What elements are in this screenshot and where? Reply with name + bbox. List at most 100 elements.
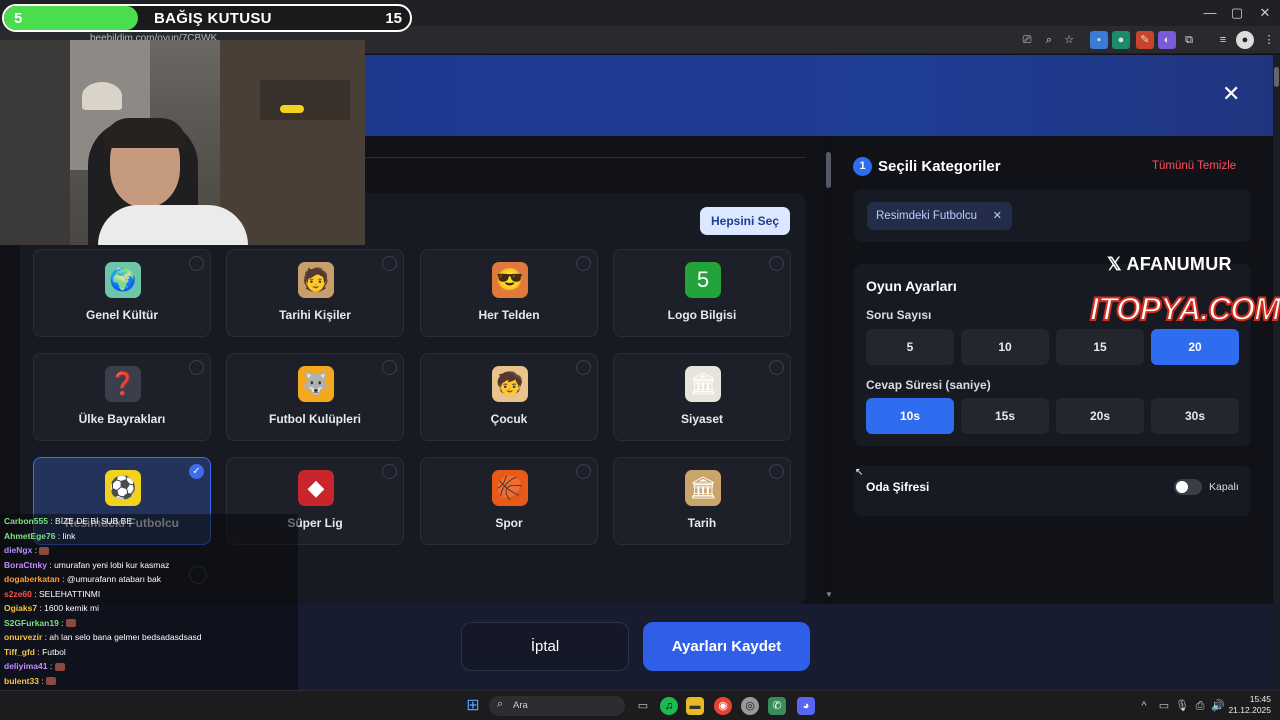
category-label: Her Telden — [478, 308, 540, 322]
footballer-icon: ⚽ — [105, 470, 141, 506]
chat-message: dogaberkatan : @umurafann atabarı bak — [4, 572, 298, 587]
chat-text: BİZE DE Bİ SUB BE — [55, 516, 133, 526]
category-card[interactable]: 🐺 Futbol Kulüpleri — [226, 353, 404, 441]
answer-time-option[interactable]: 30s — [1151, 398, 1239, 434]
file-explorer-icon[interactable]: ▬ — [686, 697, 704, 715]
chat-username: S2GFurkan19 — [4, 617, 59, 628]
extension-icon[interactable]: ● — [1112, 31, 1130, 49]
chat-username: s2ze60 — [4, 588, 32, 599]
app-icon[interactable]: ◎ — [741, 697, 759, 715]
question-count-option[interactable]: 10 — [961, 329, 1049, 365]
chat-username: Ogiaks7 — [4, 603, 38, 613]
room-password-toggle[interactable] — [1174, 479, 1202, 495]
chat-text: @umurafann atabarı bak — [66, 574, 161, 584]
cast-icon[interactable]: ⎚ — [1018, 31, 1036, 49]
bookmark-star-icon[interactable]: ☆ — [1060, 31, 1078, 49]
whatsapp-icon[interactable]: ✆ — [768, 697, 786, 715]
zoom-icon[interactable]: ⌕ — [1040, 31, 1058, 49]
chat-message: onurvezir : ah lan selo bana gelmeı beds… — [4, 630, 298, 645]
chat-separator: : — [55, 530, 63, 541]
category-label: Genel Kültür — [85, 308, 158, 322]
answer-time-label: Cevap Süresi (saniye) — [866, 378, 991, 392]
remove-chip-icon[interactable]: ✕ — [993, 202, 1002, 230]
category-card[interactable]: 🏛 Siyaset — [613, 353, 791, 441]
category-card[interactable]: 🏛 Tarih — [613, 457, 791, 545]
category-radio[interactable] — [382, 360, 397, 375]
category-card[interactable]: 🌍 Genel Kültür — [33, 249, 211, 337]
minimize-icon[interactable]: — — [1195, 4, 1225, 22]
donation-goal: 15 — [385, 10, 402, 27]
category-card[interactable]: 🏀 Spor — [420, 457, 598, 545]
chat-text: 1600 kemik mi — [44, 603, 99, 613]
tray-chevron-icon[interactable]: ^ — [1135, 697, 1153, 715]
chat-username: deliyima41 — [4, 661, 48, 671]
category-radio[interactable] — [382, 256, 397, 271]
select-all-button[interactable]: Hepsini Seç — [700, 207, 790, 235]
donation-current: 5 — [14, 10, 23, 27]
close-window-icon[interactable]: ✕ — [1250, 4, 1280, 22]
chat-separator: : — [38, 675, 47, 686]
question-count-option[interactable]: 20 — [1151, 329, 1239, 365]
tray-icon[interactable]: ▭ — [1155, 697, 1173, 715]
avatar[interactable]: ● — [1236, 31, 1254, 49]
chat-separator: : — [46, 559, 55, 570]
maximize-icon[interactable]: ▢ — [1222, 4, 1252, 22]
chat-emote — [54, 662, 65, 671]
category-radio[interactable] — [769, 256, 784, 271]
answer-time-option[interactable]: 20s — [1056, 398, 1144, 434]
category-radio[interactable] — [769, 464, 784, 479]
network-icon[interactable]: ⎙ — [1191, 697, 1209, 715]
taskbar-search[interactable]: ⌕ Ara — [489, 696, 625, 716]
extension-icon[interactable]: ◐ — [1158, 31, 1176, 49]
category-radio[interactable] — [576, 360, 591, 375]
discord-icon[interactable]: ◕ — [797, 697, 815, 715]
category-scrollbar[interactable]: ▼ — [825, 140, 833, 599]
scroll-down-icon[interactable]: ▼ — [825, 590, 833, 599]
category-radio[interactable] — [769, 360, 784, 375]
answer-time-option[interactable]: 15s — [961, 398, 1049, 434]
media-icon[interactable]: ≡ — [1214, 31, 1232, 49]
category-radio[interactable] — [382, 464, 397, 479]
portrait-icon: 🧑 — [298, 262, 334, 298]
extension-icon[interactable]: ✎ — [1136, 31, 1154, 49]
microphone-icon[interactable]: 🎙 — [1173, 697, 1191, 715]
x-handle-overlay: 𝕏 AFANUMUR — [1107, 254, 1232, 274]
clear-all-link[interactable]: Tümünü Temizle — [1152, 160, 1236, 172]
extension-icon[interactable]: ▪ — [1090, 31, 1108, 49]
clock-time[interactable]: 15:45 — [1225, 694, 1271, 704]
task-view-icon[interactable]: ▭ — [634, 697, 652, 715]
selected-chip: Resimdeki Futbolcu ✕ — [867, 202, 1012, 230]
category-label: Futbol Kulüpleri — [269, 412, 361, 426]
cancel-button[interactable]: İptal — [461, 622, 629, 671]
parliament-icon: 🏛 — [685, 366, 721, 402]
save-settings-button[interactable]: Ayarları Kaydet — [643, 622, 810, 671]
category-card[interactable]: 😎 Her Telden — [420, 249, 598, 337]
chrome-icon[interactable]: ◉ — [714, 697, 732, 715]
category-radio[interactable] — [189, 360, 204, 375]
page-scrollbar[interactable] — [1273, 55, 1280, 690]
menu-icon[interactable]: ⋮ — [1260, 31, 1278, 49]
clock-date[interactable]: 21.12.2025 — [1220, 705, 1271, 715]
answer-time-option[interactable]: 10s — [866, 398, 954, 434]
category-radio[interactable] — [576, 464, 591, 479]
spotify-icon[interactable]: ♫ — [660, 697, 678, 715]
category-label: Tarihi Kişiler — [279, 308, 351, 322]
question-count-option[interactable]: 15 — [1056, 329, 1144, 365]
step-badge: 1 — [853, 157, 872, 176]
close-icon[interactable]: ✕ — [1222, 83, 1240, 105]
extensions-puzzle-icon[interactable]: ⧉ — [1180, 31, 1198, 49]
colosseum-icon: 🏛 — [685, 470, 721, 506]
chat-message: Tiff_gfd : Futbol — [4, 645, 298, 660]
category-radio[interactable] — [189, 256, 204, 271]
category-card[interactable]: 🧒 Çocuk — [420, 353, 598, 441]
chat-message: S2GFurkan19 : — [4, 616, 298, 631]
search-placeholder: Ara — [513, 700, 528, 711]
category-card[interactable]: ❓ Ülke Bayrakları — [33, 353, 211, 441]
mouse-cursor-icon: ↖ — [855, 467, 864, 478]
checkmark-icon[interactable]: ✓ — [189, 464, 204, 479]
category-card[interactable]: 🧑 Tarihi Kişiler — [226, 249, 404, 337]
category-radio[interactable] — [576, 256, 591, 271]
windows-start-icon[interactable]: ⊞ — [464, 697, 482, 715]
category-card[interactable]: 5 Logo Bilgisi — [613, 249, 791, 337]
question-count-option[interactable]: 5 — [866, 329, 954, 365]
